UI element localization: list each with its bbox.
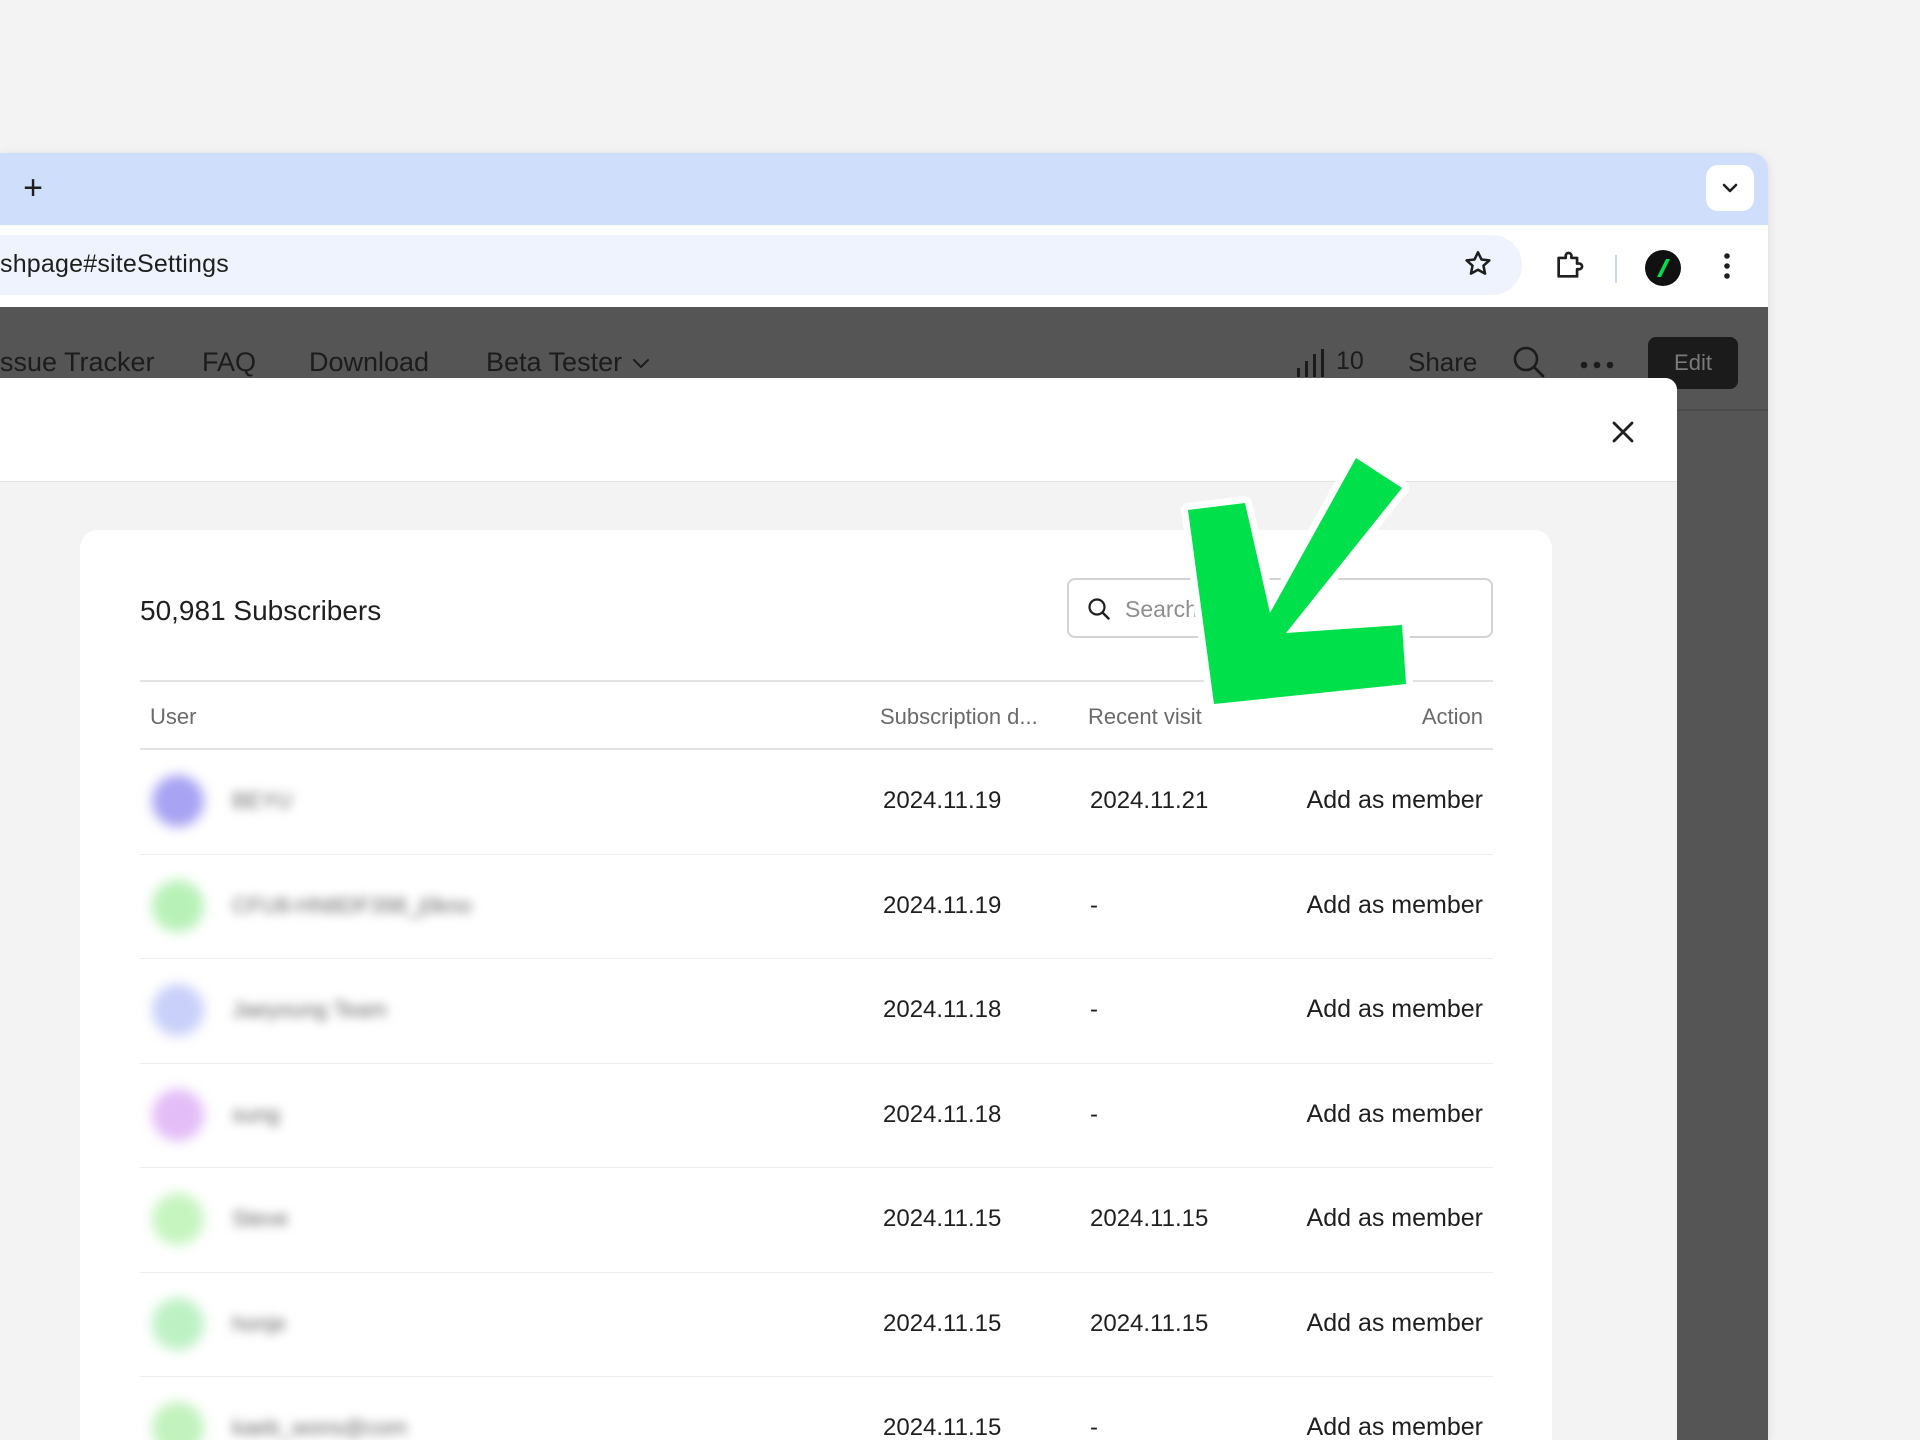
- add-as-member-button[interactable]: Add as member: [1307, 1309, 1483, 1338]
- user-name[interactable]: sung: [232, 1102, 280, 1128]
- share-button[interactable]: Share: [1408, 347, 1477, 378]
- table-row: CFU8-HN8DF398_j0kno 2024.11.19 - Add as mem…: [140, 855, 1493, 959]
- nav-faq[interactable]: FAQ: [202, 347, 256, 378]
- user-name[interactable]: CFU8-HN8DF398_j0kno: [232, 893, 472, 919]
- chevron-down-icon: [633, 359, 649, 369]
- browser-toolbar: shpage#siteSettings: [0, 225, 1768, 307]
- subscriber-count-title: 50,981 Subscribers: [140, 595, 382, 626]
- bookmark-star-icon[interactable]: [1462, 248, 1494, 280]
- add-as-member-button[interactable]: Add as member: [1307, 891, 1483, 920]
- table-row: sung 2024.11.18 - Add as member: [140, 1064, 1493, 1168]
- avatar[interactable]: [152, 1402, 204, 1440]
- recent-visit: -: [1090, 1414, 1098, 1440]
- nav-issue-tracker[interactable]: ssue Tracker: [0, 347, 155, 378]
- close-icon[interactable]: [1609, 418, 1637, 446]
- subscription-date: 2024.11.15: [883, 1309, 1002, 1337]
- add-as-member-button[interactable]: Add as member: [1307, 786, 1483, 815]
- stats-count: 10: [1336, 347, 1364, 375]
- recent-visit: -: [1090, 1100, 1098, 1128]
- avatar[interactable]: [152, 1088, 204, 1141]
- recent-visit: 2024.11.15: [1090, 1205, 1209, 1232]
- column-subscription-date[interactable]: Subscription d...: [880, 704, 1038, 730]
- chevron-down-icon: [1722, 183, 1738, 193]
- recent-visit: -: [1090, 891, 1098, 919]
- profile-avatar-icon[interactable]: [1644, 249, 1682, 287]
- table-row: kaeb_wons@com 2024.11.15 - Add as member: [140, 1377, 1493, 1440]
- subscription-date: 2024.11.18: [883, 996, 1002, 1023]
- search-icon: [1088, 598, 1110, 620]
- user-name[interactable]: Jaeyoung Team: [232, 997, 387, 1023]
- add-as-member-button[interactable]: Add as member: [1307, 1413, 1483, 1440]
- table-row: honje 2024.11.15 2024.11.15 Add as member: [140, 1273, 1493, 1377]
- browser-menu-icon[interactable]: [1714, 252, 1740, 282]
- subscribers-table: User Subscription d... Recent visit Acti…: [140, 680, 1493, 1440]
- table-row: Steve 2024.11.15 2024.11.15 Add as member: [140, 1168, 1493, 1273]
- nav-beta-tester[interactable]: Beta Tester: [486, 347, 622, 378]
- subscription-date: 2024.11.19: [883, 787, 1002, 814]
- table-body: BEYU 2024.11.19 2024.11.21 Add as member CFU…: [140, 750, 1493, 1440]
- user-name[interactable]: BEYU: [232, 788, 292, 814]
- nav-download[interactable]: Download: [309, 347, 429, 378]
- subscription-date: 2024.11.15: [883, 1205, 1002, 1232]
- avatar[interactable]: [152, 1297, 204, 1350]
- annotation-arrow-icon: [1181, 451, 1413, 711]
- tab-strip: +: [0, 153, 1768, 225]
- recent-visit: -: [1090, 996, 1098, 1023]
- avatar[interactable]: [152, 1193, 204, 1245]
- subscription-date: 2024.11.19: [883, 891, 1002, 919]
- user-name[interactable]: honje: [232, 1311, 286, 1337]
- user-name[interactable]: kaeb_wons@com: [232, 1415, 407, 1440]
- url-text: shpage#siteSettings: [0, 250, 229, 278]
- search-icon[interactable]: [1512, 345, 1546, 379]
- subscription-date: 2024.11.18: [883, 1100, 1002, 1128]
- toolbar-divider: [1615, 255, 1617, 283]
- recent-visit: 2024.11.15: [1090, 1309, 1209, 1337]
- add-as-member-button[interactable]: Add as member: [1307, 1100, 1483, 1129]
- new-tab-button[interactable]: +: [17, 171, 49, 205]
- recent-visit: 2024.11.21: [1090, 787, 1209, 814]
- address-bar[interactable]: shpage#siteSettings: [0, 235, 1522, 295]
- user-name[interactable]: Steve: [232, 1206, 288, 1232]
- subscription-date: 2024.11.15: [883, 1414, 1002, 1440]
- tab-search-button[interactable]: [1706, 165, 1754, 211]
- more-options-icon[interactable]: [1580, 361, 1614, 369]
- add-as-member-button[interactable]: Add as member: [1307, 1204, 1483, 1233]
- avatar[interactable]: [152, 984, 204, 1036]
- avatar[interactable]: [152, 775, 204, 827]
- extensions-puzzle-icon[interactable]: [1553, 248, 1587, 282]
- avatar[interactable]: [152, 879, 204, 932]
- column-user[interactable]: User: [150, 704, 196, 730]
- table-row: BEYU 2024.11.19 2024.11.21 Add as member: [140, 750, 1493, 855]
- stats-bar-icon[interactable]: [1295, 348, 1327, 378]
- add-as-member-button[interactable]: Add as member: [1307, 995, 1483, 1024]
- table-row: Jaeyoung Team 2024.11.18 - Add as member: [140, 959, 1493, 1064]
